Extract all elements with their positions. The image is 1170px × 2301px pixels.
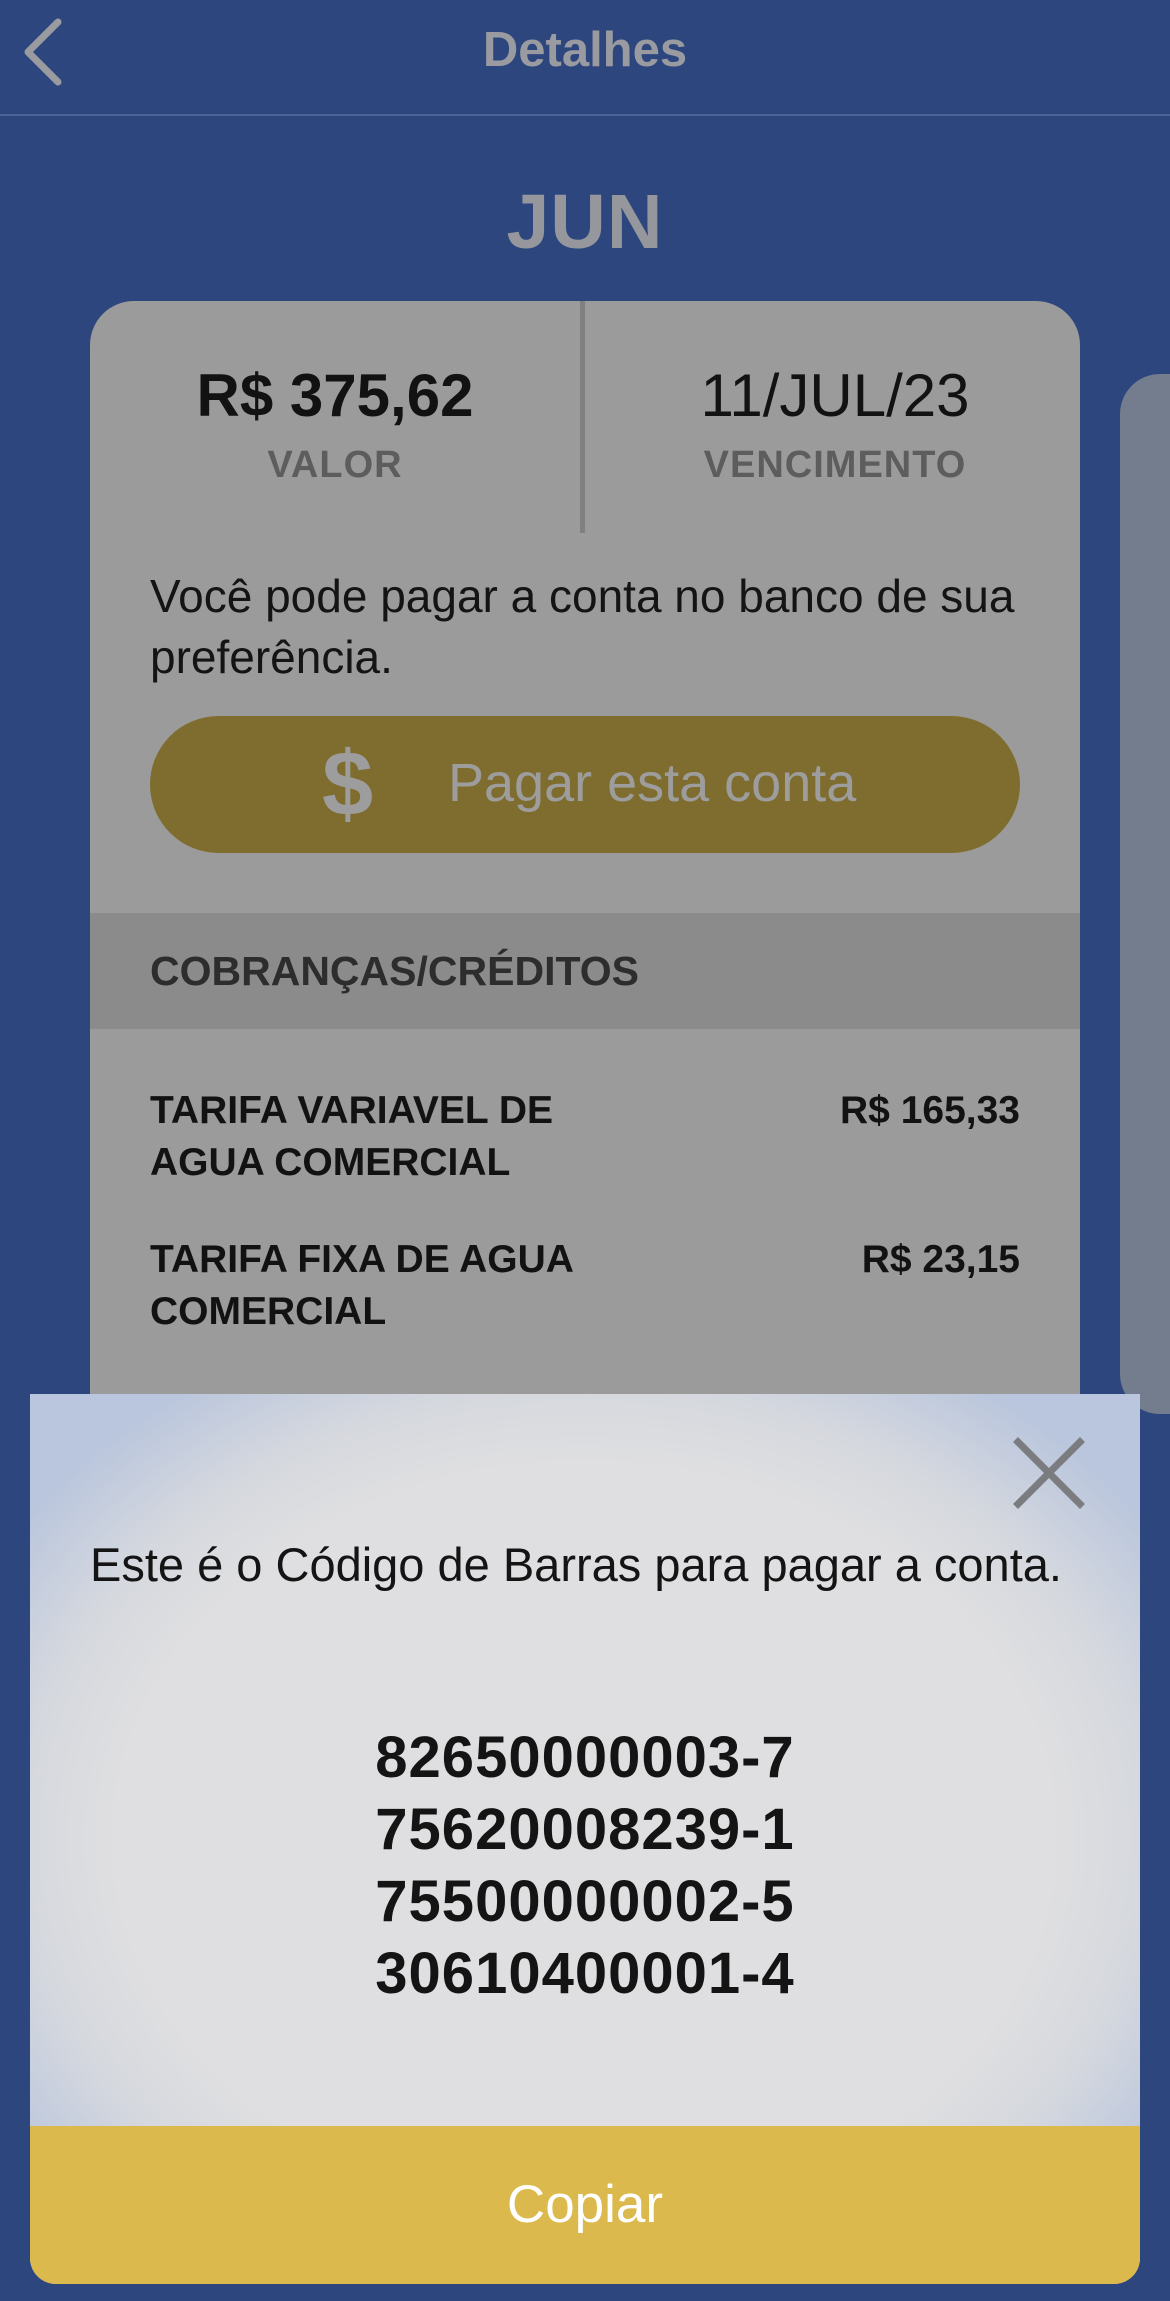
header: Detalhes [0, 0, 1170, 116]
pay-bill-button[interactable]: $ Pagar esta conta [150, 716, 1020, 853]
barcode-line: 75500000002-5 [375, 1869, 795, 1934]
barcode-number: 82650000003-7 75620008239-1 75500000002-… [30, 1722, 1140, 2010]
barcode-line: 75620008239-1 [375, 1797, 795, 1862]
due-section: 11/JUL/23 VENCIMENTO [590, 361, 1080, 487]
barcode-instructions: Este é o Código de Barras para pagar a c… [90, 1538, 1062, 1591]
bill-card: R$ 375,62 VALOR 11/JUL/23 VENCIMENTO Voc… [90, 301, 1080, 1501]
amount-value: R$ 375,62 [196, 362, 474, 429]
copy-button[interactable]: Copiar [30, 2126, 1140, 2284]
barcode-sheet: Este é o Código de Barras para pagar a c… [30, 1394, 1140, 2284]
next-bill-card[interactable] [1120, 374, 1170, 1414]
dollar-icon: $ [322, 733, 374, 835]
charges-section-title: COBRANÇAS/CRÉDITOS [150, 948, 639, 994]
payment-info-text: Você pode pagar a conta no banco de sua … [150, 570, 1015, 683]
header-title: Detalhes [482, 23, 688, 77]
charge-label: TARIFA VARIAVEL DE AGUA COMERCIAL [150, 1089, 554, 1184]
amount-label: VALOR [267, 444, 403, 486]
barcode-line: 30610400001-4 [375, 1941, 795, 2006]
amount-section: R$ 375,62 VALOR [90, 361, 580, 487]
copy-button-label: Copiar [506, 2175, 664, 2234]
vertical-divider [580, 301, 585, 533]
charge-label: TARIFA FIXA DE AGUA COMERCIAL [150, 1238, 573, 1333]
charge-value: R$ 165,33 [840, 1089, 1020, 1132]
charge-value: R$ 23,15 [861, 1238, 1020, 1281]
barcode-line: 82650000003-7 [375, 1725, 795, 1790]
close-icon[interactable] [1012, 1436, 1086, 1510]
pay-bill-label: Pagar esta conta [448, 753, 857, 813]
month-title: JUN [506, 179, 664, 265]
due-date-label: VENCIMENTO [703, 444, 967, 486]
charges-section-header: COBRANÇAS/CRÉDITOS [90, 913, 1080, 1029]
due-date-value: 11/JUL/23 [700, 362, 970, 429]
